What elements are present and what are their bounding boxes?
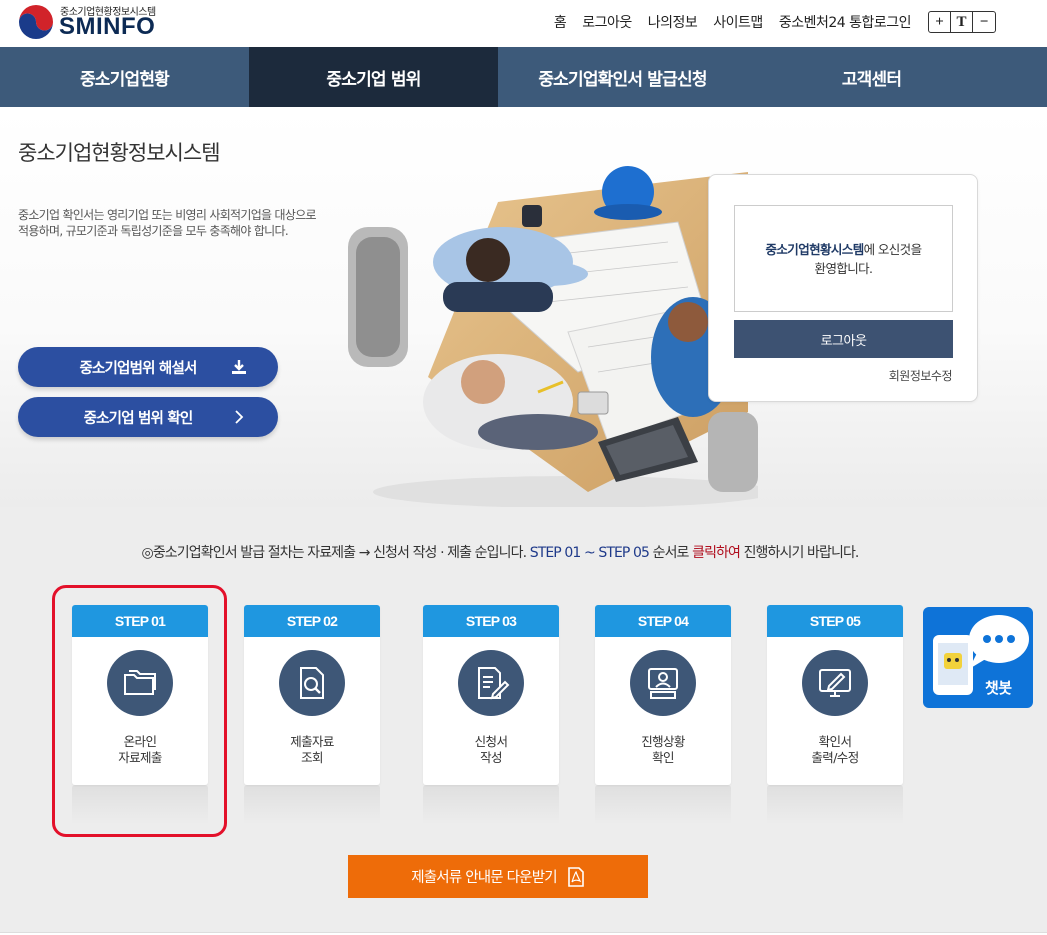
util-link-sitemap[interactable]: 사이트맵 xyxy=(713,12,763,32)
download-guide-label: 제출서류 안내문 다운받기 xyxy=(411,870,557,886)
notice-mid: 순서로 xyxy=(649,545,693,561)
download-guide-button[interactable]: 제출서류 안내문 다운받기 xyxy=(348,855,648,898)
step-number: STEP 05 xyxy=(767,605,903,637)
step-03-application-write[interactable]: STEP 03 신청서 작성 xyxy=(423,605,559,785)
pdf-icon xyxy=(567,866,584,887)
nav-item-sme-status[interactable]: 중소기업현황 xyxy=(0,47,249,107)
page-title: 중소기업현황정보시스템 xyxy=(18,141,221,165)
utility-links: 홈 로그아웃 나의정보 사이트맵 중소벤처24 통합로그인 xyxy=(554,12,912,32)
step-reflection xyxy=(767,785,903,825)
step-02-submitted-data-lookup[interactable]: STEP 02 제출자료 조회 xyxy=(244,605,380,785)
step-reflection xyxy=(423,785,559,825)
chatbot-icon xyxy=(933,615,1029,695)
welcome-text: 에 오신것을 xyxy=(863,241,922,257)
util-link-myinfo[interactable]: 나의정보 xyxy=(648,12,698,32)
sme-scope-guide-download-button[interactable]: 중소기업범위 해설서 xyxy=(18,347,278,387)
chatbot-button[interactable]: 챗봇 xyxy=(923,607,1033,708)
sme-scope-check-button[interactable]: 중소기업 범위 확인 xyxy=(18,397,278,437)
login-panel: 중소기업현황시스템에 오신것을 환영합니다. 로그아웃 회원정보수정 xyxy=(708,174,978,402)
util-link-logout[interactable]: 로그아웃 xyxy=(582,12,632,32)
welcome-system-name: 중소기업현황시스템 xyxy=(765,241,865,257)
font-increase-button[interactable]: + xyxy=(929,12,951,32)
chevron-right-icon xyxy=(235,410,244,424)
font-decrease-button[interactable]: − xyxy=(973,12,995,32)
step-reflection xyxy=(244,785,380,825)
font-size-controls: + T − xyxy=(928,11,996,33)
header: 중소기업현황정보시스템 SMINFO 홈 로그아웃 나의정보 사이트맵 중소벤처… xyxy=(0,0,1047,47)
taegeuk-logo-icon xyxy=(19,5,53,40)
sme-scope-check-label: 중소기업 범위 확인 xyxy=(83,410,194,427)
monitor-edit-icon xyxy=(819,669,851,697)
logo-wordmark: SMINFO xyxy=(59,13,156,40)
step-number: STEP 01 xyxy=(72,605,208,637)
meeting-photo xyxy=(348,166,758,507)
notice-suffix: 진행하시기 바랍니다. xyxy=(740,545,860,561)
download-icon xyxy=(232,360,246,374)
chatbot-label: 챗봇 xyxy=(985,679,1012,697)
step-label: 진행상황 확인 xyxy=(641,734,685,765)
step-01-online-submission[interactable]: STEP 01 온라인 자료제출 xyxy=(72,605,208,785)
step-label: 신청서 작성 xyxy=(474,734,508,765)
edit-member-info-link[interactable]: 회원정보수정 xyxy=(889,367,953,384)
procedure-notice: ◎중소기업확인서 발급 절차는 자료제출 → 신청서 작성 · 제출 순입니다.… xyxy=(0,542,1000,562)
main-nav: 중소기업현황 중소기업 범위 중소기업확인서 발급신청 고객센터 xyxy=(0,47,1047,107)
step-label: 온라인 자료제출 xyxy=(118,734,162,765)
step-reflection xyxy=(72,785,208,825)
nav-item-customer-center[interactable]: 고객센터 xyxy=(747,47,996,107)
util-link-integrated-login[interactable]: 중소벤처24 통합로그인 xyxy=(779,12,912,32)
nav-item-certificate-apply[interactable]: 중소기업확인서 발급신청 xyxy=(498,47,747,107)
notice-click: 클릭하여 xyxy=(692,545,741,561)
step-05-certificate-print[interactable]: STEP 05 확인서 출력/수정 xyxy=(767,605,903,785)
step-number: STEP 03 xyxy=(423,605,559,637)
util-link-home[interactable]: 홈 xyxy=(554,12,567,32)
hero-description: 중소기업 확인서는 영리기업 또는 비영리 사회적기업을 대상으로 적용하며, … xyxy=(18,208,317,238)
welcome-message: 중소기업현황시스템에 오신것을 환영합니다. xyxy=(734,205,953,312)
step-04-progress-check[interactable]: STEP 04 진행상황 확인 xyxy=(595,605,731,785)
document-search-icon xyxy=(300,667,324,699)
logout-button[interactable]: 로그아웃 xyxy=(734,320,953,358)
sme-scope-guide-label: 중소기업범위 해설서 xyxy=(79,360,197,377)
font-reset-button[interactable]: T xyxy=(951,12,973,32)
step-reflection xyxy=(595,785,731,825)
step-number: STEP 02 xyxy=(244,605,380,637)
notice-step-range: STEP 01 ~ STEP 05 xyxy=(529,545,650,561)
welcome-text-line2: 환영합니다. xyxy=(814,260,873,276)
site-logo[interactable]: 중소기업현황정보시스템 SMINFO xyxy=(18,2,168,42)
document-edit-icon xyxy=(478,667,510,700)
notice-prefix: ◎중소기업확인서 발급 절차는 자료제출 → 신청서 작성 · 제출 순입니다. xyxy=(141,545,530,561)
hero-section: 중소기업현황정보시스템 중소기업 확인서는 영리기업 또는 비영리 사회적기업을… xyxy=(0,107,1047,507)
step-number: STEP 04 xyxy=(595,605,731,637)
nav-item-sme-scope[interactable]: 중소기업 범위 xyxy=(249,47,498,107)
steps-section: ◎중소기업확인서 발급 절차는 자료제출 → 신청서 작성 · 제출 순입니다.… xyxy=(0,507,1047,932)
step-label: 제출자료 조회 xyxy=(290,734,334,765)
folder-icon xyxy=(124,670,156,695)
step-label: 확인서 출력/수정 xyxy=(811,734,859,765)
monitor-user-icon xyxy=(648,668,678,699)
